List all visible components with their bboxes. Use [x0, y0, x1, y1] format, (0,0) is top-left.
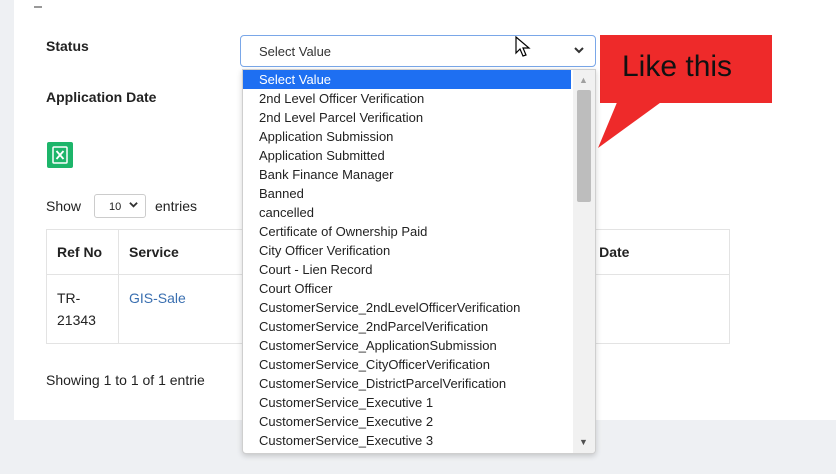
dropdown-option[interactable]: CustomerService_Executive 3: [243, 431, 571, 450]
status-dropdown-list: CustomerService_Executive 3 CustomerServi…: [242, 69, 596, 454]
status-select[interactable]: Select Value: [240, 35, 596, 67]
partial-text-fragment: [34, 0, 42, 8]
callout-tail: [598, 100, 664, 148]
dropdown-option[interactable]: CustomerService_2ndLevelOfficerVerificat…: [243, 298, 571, 317]
application-date-label: Application Date: [46, 89, 157, 105]
dropdown-scrollbar[interactable]: ▲ ▼: [573, 70, 595, 453]
dropdown-option[interactable]: CustomerService_Executive 1: [243, 393, 571, 412]
chevron-down-icon: [128, 200, 139, 212]
callout-text: Like this: [622, 50, 733, 83]
dropdown-option[interactable]: Banned: [243, 184, 571, 203]
dropdown-option[interactable]: Court Officer: [243, 279, 571, 298]
dropdown-option[interactable]: Bank Finance Manager: [243, 165, 571, 184]
dropdown-option[interactable]: Court - Lien Record: [243, 260, 571, 279]
dropdown-option[interactable]: City Officer Verification: [243, 241, 571, 260]
dropdown-option[interactable]: CustomerService_DistrictParcelVerificati…: [243, 374, 571, 393]
column-ref-no[interactable]: Ref No: [46, 229, 119, 275]
status-select-value: Select Value: [259, 44, 332, 59]
scrollbar-thumb[interactable]: [577, 90, 591, 202]
entries-count: 10: [109, 201, 122, 213]
mouse-pointer-icon: [515, 35, 531, 63]
dropdown-option[interactable]: 2nd Level Parcel Verification: [243, 108, 571, 127]
dropdown-option[interactable]: CustomerService_CityOfficerVerification: [243, 355, 571, 374]
scroll-up-icon[interactable]: ▲: [579, 75, 588, 85]
dropdown-option[interactable]: 2nd Level Officer Verification: [243, 89, 571, 108]
dropdown-option[interactable]: cancelled: [243, 203, 571, 222]
entries-per-page-select[interactable]: 10: [94, 194, 146, 218]
chevron-down-icon: [573, 44, 585, 58]
scroll-down-icon[interactable]: ▼: [579, 437, 588, 447]
dropdown-option[interactable]: CustomerService_ApplicationSubmission: [243, 336, 571, 355]
excel-export-icon[interactable]: [47, 142, 73, 168]
dropdown-option[interactable]: Select Value: [243, 70, 571, 89]
status-label: Status: [46, 38, 89, 54]
dropdown-option[interactable]: CustomerService_2ndParcelVerification: [243, 317, 571, 336]
table-info: Showing 1 to 1 of 1 entrie: [46, 372, 205, 388]
dropdown-option[interactable]: Application Submitted: [243, 146, 571, 165]
dropdown-option[interactable]: Application Submission: [243, 127, 571, 146]
cell-ref-no: TR-21343: [46, 274, 119, 344]
dropdown-option[interactable]: Certificate of Ownership Paid: [243, 222, 571, 241]
entries-label: entries: [155, 198, 198, 214]
dropdown-option[interactable]: CustomerService_Executive 2: [243, 412, 571, 431]
show-label: Show: [46, 198, 82, 214]
